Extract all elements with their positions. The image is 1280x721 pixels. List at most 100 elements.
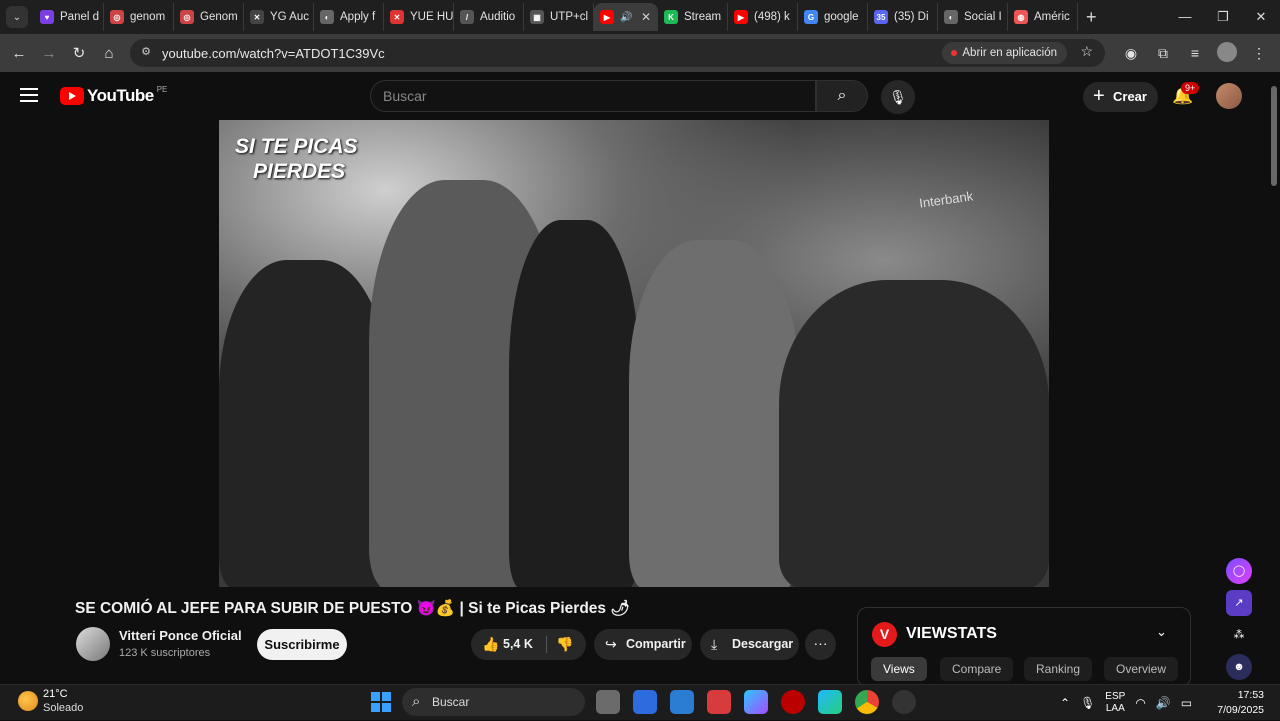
toolbar-actions: ◉ ⧉ ≡ ⋮ [1120,34,1280,72]
youtube-logo[interactable]: YouTube PE [60,85,167,106]
share-button[interactable]: ↪ Compartir [594,629,692,660]
close-tab-icon[interactable]: ✕ [641,10,651,24]
browser-tab[interactable]: ◐ Social I [938,3,1008,31]
extension-circle-icon[interactable]: ◯ [1226,558,1252,584]
extensions-icon[interactable]: ⧉ [1152,45,1174,62]
analytics-icon[interactable]: ↗ [1226,590,1252,616]
media-controls-icon[interactable]: ≡ [1184,45,1206,61]
browser-tab[interactable]: ✕ YG Auc [244,3,314,31]
browser-tab-strip: ⌄ ♥ Panel d ◎ genom ◎ Genom ✕ YG Auc ◐ Apply f ✕ YU… [0,0,1280,34]
browser-tab[interactable]: ◎ genom [104,3,174,31]
thumbs-down-icon[interactable]: 👎 [556,629,573,660]
tab-label: YUE HU [410,11,454,23]
viewstats-logo-icon: V [872,622,897,647]
viewstats-tab-overview[interactable]: Overview [1104,657,1179,681]
more-actions-icon[interactable]: ··· [805,629,836,660]
tab-favicon-icon: / [460,10,474,24]
edge-icon[interactable] [818,690,842,714]
youtube-play-icon [60,87,84,105]
subscribe-button[interactable]: Suscribirme [257,629,347,660]
browser-tab[interactable]: K Stream [658,3,728,31]
home-icon[interactable]: ⌂ [94,45,124,62]
reload-icon[interactable]: ↻ [64,44,94,62]
bookmark-star-icon[interactable]: ☆ [1080,43,1093,60]
channel-avatar[interactable] [76,627,110,661]
like-button[interactable]: 👍 5,4 K 👎 [471,629,586,660]
task-view-icon[interactable] [596,690,620,714]
tab-search-button[interactable]: ⌄ [6,6,28,28]
viewstats-panel: V VIEWSTATS ⌄ Views Compare Ranking Over… [857,607,1191,687]
address-bar[interactable]: ⚙ youtube.com/watch?v=ATDOT1C39Vc Abrir … [130,39,1105,67]
page-scrollbar[interactable] [1268,72,1280,684]
lens-icon[interactable]: ◉ [1120,45,1142,62]
viewstats-tab-views[interactable]: Views [871,657,927,681]
browser-tab[interactable]: ▦ UTP+cl [524,3,594,31]
search-icon[interactable]: ⌕ [816,80,868,112]
minimize-button[interactable]: — [1166,9,1204,25]
search-input[interactable]: Buscar [370,80,816,112]
share-icon: ↪ [605,636,617,652]
tab-favicon-icon: ✕ [250,10,264,24]
microphone-tray-icon[interactable]: 🎙 [1080,696,1095,710]
assistant-bot-icon[interactable]: ☻ [1226,654,1252,680]
language-indicator[interactable]: ESP LAA [1105,691,1125,715]
scroll-thumb[interactable] [1271,86,1277,186]
new-tab-button[interactable]: + [1086,7,1097,28]
browser-tab[interactable]: ◍ Améric [1008,3,1078,31]
menu-icon[interactable]: ⋮ [1248,45,1270,62]
sparkle-icon[interactable]: ⁂ [1226,622,1252,648]
viewstats-tab-compare[interactable]: Compare [940,657,1014,681]
youtube-header: YouTube PE Buscar ⌕ 🎙 Crear 🔔 9+ [0,72,1268,120]
browser-tab[interactable]: ▶ 🔊 ✕ [594,3,658,31]
battery-icon[interactable]: ▭ [1181,696,1192,710]
site-info-icon[interactable]: ⚙ [138,45,154,61]
start-menu-icon[interactable] [371,692,391,712]
browser-tab[interactable]: ♥ Panel d [34,3,104,31]
restore-button[interactable]: ❐ [1204,9,1242,25]
video-player[interactable]: SI TE PICAS PIERDES Interbank [219,120,1049,587]
weather-sun-icon[interactable] [18,691,38,711]
wifi-icon[interactable]: ◠ [1135,696,1145,710]
subscriber-count: 123 K suscriptores [119,647,211,659]
store-icon[interactable] [633,690,657,714]
tab-list: ♥ Panel d ◎ genom ◎ Genom ✕ YG Auc ◐ Apply f ✕ YUE … [34,3,1078,31]
notification-badge: 9+ [1181,82,1200,94]
browser-tab[interactable]: ▶ (498) k [728,3,798,31]
chrome-icon[interactable] [855,690,879,714]
download-icon: ⤓ [711,636,718,652]
browser-tab[interactable]: Ggoogle [798,3,868,31]
wps-office-icon[interactable] [707,690,731,714]
tab-label: Social I [964,11,1002,23]
copilot-icon[interactable] [744,690,768,714]
opera-icon[interactable] [781,690,805,714]
tray-overflow-chevron-icon[interactable]: ⌃ [1060,696,1070,710]
share-label: Compartir [626,637,686,651]
channel-name[interactable]: Vitteri Ponce Oficial [119,628,242,643]
browser-tab[interactable]: / Auditio [454,3,524,31]
browser-tab[interactable]: ✕ YUE HU [384,3,454,31]
profile-avatar[interactable] [1216,41,1238,65]
download-button[interactable]: ⤓ Descargar [700,629,799,660]
account-avatar[interactable] [1216,83,1242,109]
taskbar-clock[interactable]: 17:53 7/09/2025 [1217,688,1264,718]
back-icon[interactable]: ← [4,45,34,62]
tab-favicon-icon: ◎ [180,10,194,24]
microphone-icon[interactable]: 🎙 [881,80,915,114]
tab-label: google [824,11,859,23]
settings-gear-icon[interactable] [892,690,916,714]
viewstats-tab-ranking[interactable]: Ranking [1024,657,1093,681]
close-window-button[interactable]: ✕ [1242,9,1280,25]
taskbar-search-input[interactable]: Buscar [402,688,585,716]
volume-icon[interactable]: 🔊 [1156,696,1171,710]
chevron-down-icon[interactable]: ⌄ [1156,624,1167,640]
tab-audio-icon[interactable]: 🔊 [620,12,632,23]
storefront-sign: Interbank [918,188,974,211]
browser-tab[interactable]: 35 (35) Di [868,3,938,31]
vscode-icon[interactable] [670,690,694,714]
guide-menu-icon[interactable] [20,88,38,102]
browser-tab[interactable]: ◐ Apply f [314,3,384,31]
open-in-app-button[interactable]: Abrir en aplicación [942,42,1067,64]
browser-tab[interactable]: ◎ Genom [174,3,244,31]
create-button[interactable]: Crear [1083,81,1158,112]
forward-icon[interactable]: → [34,45,64,62]
